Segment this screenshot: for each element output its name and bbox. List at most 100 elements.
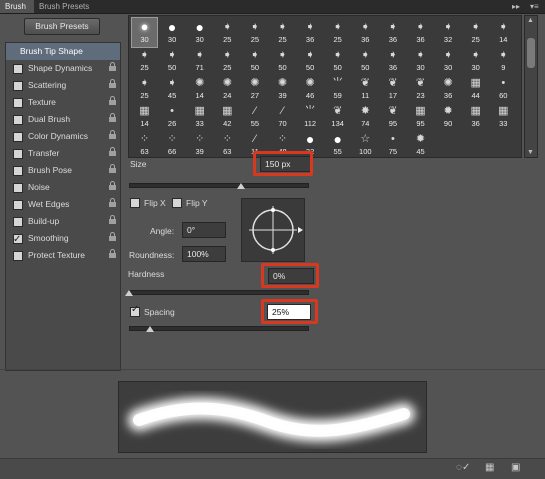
brush-tip-23[interactable]: ➧ 50: [353, 46, 378, 75]
brush-tip-43[interactable]: ▦ 14: [132, 102, 157, 131]
brush-tip-15[interactable]: ➧ 25: [132, 46, 157, 75]
sidebar-item-checkbox[interactable]: [13, 115, 23, 125]
sidebar-item-dual-brush[interactable]: Dual Brush: [6, 111, 120, 128]
sidebar-item-build-up[interactable]: Build-up: [6, 213, 120, 230]
brush-tip-67[interactable]: ✹ 45: [408, 130, 433, 159]
brush-tip-46[interactable]: ▦ 42: [215, 102, 240, 131]
brush-tip-11[interactable]: ➧ 36: [408, 18, 433, 47]
lock-icon[interactable]: [109, 62, 116, 72]
sidebar-item-transfer[interactable]: Transfer: [6, 145, 120, 162]
brush-tip-45[interactable]: ▦ 33: [187, 102, 212, 131]
brush-tip-9[interactable]: ➧ 36: [353, 18, 378, 47]
brush-tip-60[interactable]: ⁘ 63: [215, 130, 240, 159]
brush-tip-7[interactable]: ➧ 36: [298, 18, 323, 47]
brush-tip-33[interactable]: ✺ 27: [242, 74, 267, 103]
sidebar-item-protect-texture[interactable]: Protect Texture: [6, 247, 120, 264]
brush-tip-21[interactable]: ➧ 50: [298, 46, 323, 75]
sidebar-item-checkbox[interactable]: [13, 200, 23, 210]
brush-tip-54[interactable]: ✹ 90: [436, 102, 461, 131]
sidebar-item-shape-dynamics[interactable]: Shape Dynamics: [6, 60, 120, 77]
brush-tip-31[interactable]: ✺ 14: [187, 74, 212, 103]
brush-tip-13[interactable]: ➧ 25: [463, 18, 488, 47]
sidebar-item-checkbox[interactable]: [13, 98, 23, 108]
brush-tip-6[interactable]: ➧ 25: [270, 18, 295, 47]
brush-tip-5[interactable]: ➧ 25: [242, 18, 267, 47]
sidebar-item-checkbox[interactable]: [13, 64, 23, 74]
brush-tip-32[interactable]: ✺ 24: [215, 74, 240, 103]
brush-tip-27[interactable]: ➧ 30: [463, 46, 488, 75]
sidebar-item-checkbox[interactable]: [13, 231, 23, 248]
brush-tip-50[interactable]: ❦ 134: [325, 102, 350, 131]
panel-menu-icon[interactable]: ▾≡: [530, 0, 539, 13]
lock-icon[interactable]: [109, 147, 116, 157]
brush-tip-17[interactable]: ➧ 71: [187, 46, 212, 75]
brush-tip-16[interactable]: ➧ 50: [160, 46, 185, 75]
brush-tip-4[interactable]: ➧ 25: [215, 18, 240, 47]
flip-x-checkbox[interactable]: [130, 198, 140, 208]
sidebar-item-checkbox[interactable]: [13, 81, 23, 91]
tab-brush-presets[interactable]: Brush Presets: [34, 0, 94, 13]
spacing-checkbox[interactable]: ✓: [130, 304, 140, 317]
brush-tip-39[interactable]: ❦ 23: [408, 74, 433, 103]
brush-tip-28[interactable]: ➧ 9: [491, 46, 516, 75]
new-brush-icon[interactable]: ▣: [511, 462, 520, 473]
brush-tip-30[interactable]: ➧ 45: [160, 74, 185, 103]
brush-tip-41[interactable]: ▦ 44: [463, 74, 488, 103]
lock-icon[interactable]: [109, 181, 116, 191]
sidebar-item-checkbox[interactable]: [13, 149, 23, 159]
brush-tip-10[interactable]: ➧ 36: [380, 18, 405, 47]
brush-tip-18[interactable]: ➧ 25: [215, 46, 240, 75]
lock-icon[interactable]: [109, 232, 116, 242]
brush-tip-58[interactable]: ⁘ 66: [160, 130, 185, 159]
scroll-down-icon[interactable]: ▼: [527, 149, 534, 156]
sidebar-item-scattering[interactable]: Scattering: [6, 77, 120, 94]
brush-tip-24[interactable]: ➧ 36: [380, 46, 405, 75]
lock-icon[interactable]: [109, 130, 116, 140]
lock-icon[interactable]: [109, 79, 116, 89]
sidebar-item-checkbox[interactable]: [13, 217, 23, 227]
brush-tip-51[interactable]: ✸ 74: [353, 102, 378, 131]
flip-y-checkbox[interactable]: [172, 198, 182, 208]
brush-tip-scrollbar[interactable]: ▲ ▼: [524, 15, 538, 158]
lock-icon[interactable]: [109, 96, 116, 106]
brush-tip-22[interactable]: ➧ 50: [325, 46, 350, 75]
scroll-thumb[interactable]: [527, 38, 535, 68]
brush-presets-button[interactable]: Brush Presets: [24, 18, 100, 35]
brush-tip-36[interactable]: ⺌ 59: [325, 74, 350, 103]
sidebar-item-noise[interactable]: Noise: [6, 179, 120, 196]
brush-tip-2[interactable]: ● 30: [160, 18, 185, 47]
spacing-slider-knob[interactable]: [146, 326, 154, 332]
roundness-field[interactable]: 100%: [182, 246, 226, 262]
brush-tip-57[interactable]: ⁘ 63: [132, 130, 157, 159]
collapse-icon[interactable]: ▸▸: [512, 0, 520, 13]
lock-icon[interactable]: [109, 164, 116, 174]
brush-tip-65[interactable]: ☆ 100: [353, 130, 378, 159]
angle-roundness-widget[interactable]: [241, 198, 305, 262]
brush-tip-53[interactable]: ▦ 95: [408, 102, 433, 131]
sidebar-item-checkbox[interactable]: [13, 251, 23, 261]
lock-icon[interactable]: [109, 249, 116, 259]
brush-tip-8[interactable]: ➧ 25: [325, 18, 350, 47]
brush-tip-48[interactable]: ⁄ 70: [270, 102, 295, 131]
brush-tip-14[interactable]: ➧ 14: [491, 18, 516, 47]
spacing-slider[interactable]: [129, 326, 309, 331]
sidebar-item-texture[interactable]: Texture: [6, 94, 120, 111]
scroll-up-icon[interactable]: ▲: [527, 17, 534, 24]
hardness-slider[interactable]: [129, 290, 309, 295]
sidebar-item-color-dynamics[interactable]: Color Dynamics: [6, 128, 120, 145]
brush-tip-1[interactable]: ● 30: [131, 17, 158, 48]
brush-tip-12[interactable]: ➧ 32: [436, 18, 461, 47]
hardness-slider-knob[interactable]: [125, 290, 133, 296]
brush-tip-49[interactable]: ⺌ 112: [298, 102, 323, 131]
brush-tip-3[interactable]: ● 30: [187, 18, 212, 47]
brush-tip-52[interactable]: ❦ 95: [380, 102, 405, 131]
brush-tip-37[interactable]: ❦ 11: [353, 74, 378, 103]
brush-tip-44[interactable]: • 26: [160, 102, 185, 131]
brush-tip-25[interactable]: ➧ 30: [408, 46, 433, 75]
brush-tip-42[interactable]: • 60: [491, 74, 516, 103]
toggle-live-tip-icon[interactable]: ◌✓: [456, 462, 470, 473]
brush-tip-38[interactable]: ❦ 17: [380, 74, 405, 103]
lock-icon[interactable]: [109, 198, 116, 208]
size-slider[interactable]: [129, 183, 309, 188]
brush-tip-20[interactable]: ➧ 50: [270, 46, 295, 75]
